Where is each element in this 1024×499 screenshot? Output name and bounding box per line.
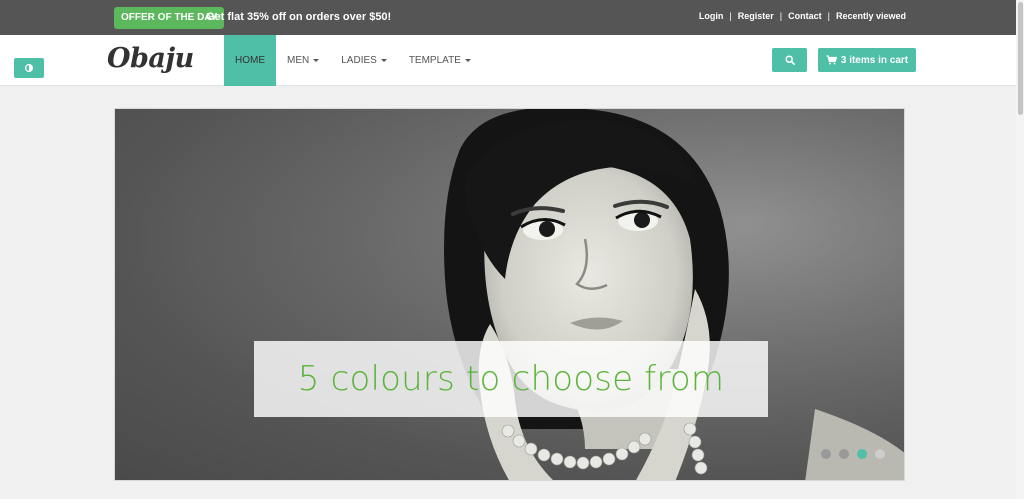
search-icon bbox=[784, 55, 795, 65]
scrollbar-thumb[interactable] bbox=[1018, 2, 1023, 115]
cart-button[interactable]: 3 items in cart bbox=[818, 48, 916, 72]
caret-down-icon bbox=[380, 58, 387, 62]
slider-dot[interactable] bbox=[821, 449, 831, 459]
shopping-cart-icon bbox=[826, 55, 837, 65]
login-link[interactable]: Login bbox=[699, 0, 724, 33]
caret-down-icon bbox=[464, 58, 471, 62]
nav-item-label: MEN bbox=[287, 55, 310, 66]
contrast-icon bbox=[25, 64, 33, 72]
search-button[interactable] bbox=[772, 48, 807, 72]
contact-link[interactable]: Contact bbox=[788, 0, 822, 33]
nav-item-label: LADIES bbox=[341, 55, 377, 66]
link-separator: | bbox=[827, 11, 830, 21]
caret-down-icon bbox=[313, 58, 320, 62]
hero-image bbox=[115, 109, 904, 480]
slider-pagination bbox=[821, 449, 893, 459]
main-menu: HOME MEN LADIES TEMPLATE bbox=[224, 35, 482, 86]
register-link[interactable]: Register bbox=[738, 0, 774, 33]
nav-item-home[interactable]: HOME bbox=[224, 35, 276, 86]
recently-viewed-link[interactable]: Recently viewed bbox=[836, 0, 906, 33]
slider-dot[interactable] bbox=[875, 449, 885, 459]
site-logo[interactable]: Obaju bbox=[107, 43, 194, 74]
cart-label: 3 items in cart bbox=[840, 54, 909, 66]
nav-item-label: HOME bbox=[235, 55, 265, 66]
nav-item-men[interactable]: MEN bbox=[276, 35, 330, 86]
nav-item-label: TEMPLATE bbox=[408, 55, 461, 66]
slider-dot[interactable] bbox=[839, 449, 849, 459]
top-bar: OFFER OF THE DAY Get flat 35% off on ord… bbox=[0, 0, 1024, 35]
main-navbar: Obaju HOME MEN LADIES TEMPLATE 3 items i… bbox=[0, 35, 1024, 86]
link-separator: | bbox=[779, 11, 783, 21]
offer-text: Get flat 35% off on orders over $50! bbox=[206, 11, 392, 23]
hero-slider[interactable]: 5 colours to choose from bbox=[114, 108, 905, 481]
nav-item-ladies[interactable]: LADIES bbox=[330, 35, 398, 86]
link-separator: | bbox=[729, 11, 732, 21]
slider-dot-active[interactable] bbox=[857, 449, 867, 459]
style-switcher-button[interactable] bbox=[14, 58, 44, 78]
slide-caption: 5 colours to choose from bbox=[254, 341, 768, 417]
nav-item-template[interactable]: TEMPLATE bbox=[398, 35, 482, 86]
top-links: Login | Register | Contact | Recently vi… bbox=[699, 0, 906, 33]
slide-caption-text: 5 colours to choose from bbox=[297, 359, 725, 399]
